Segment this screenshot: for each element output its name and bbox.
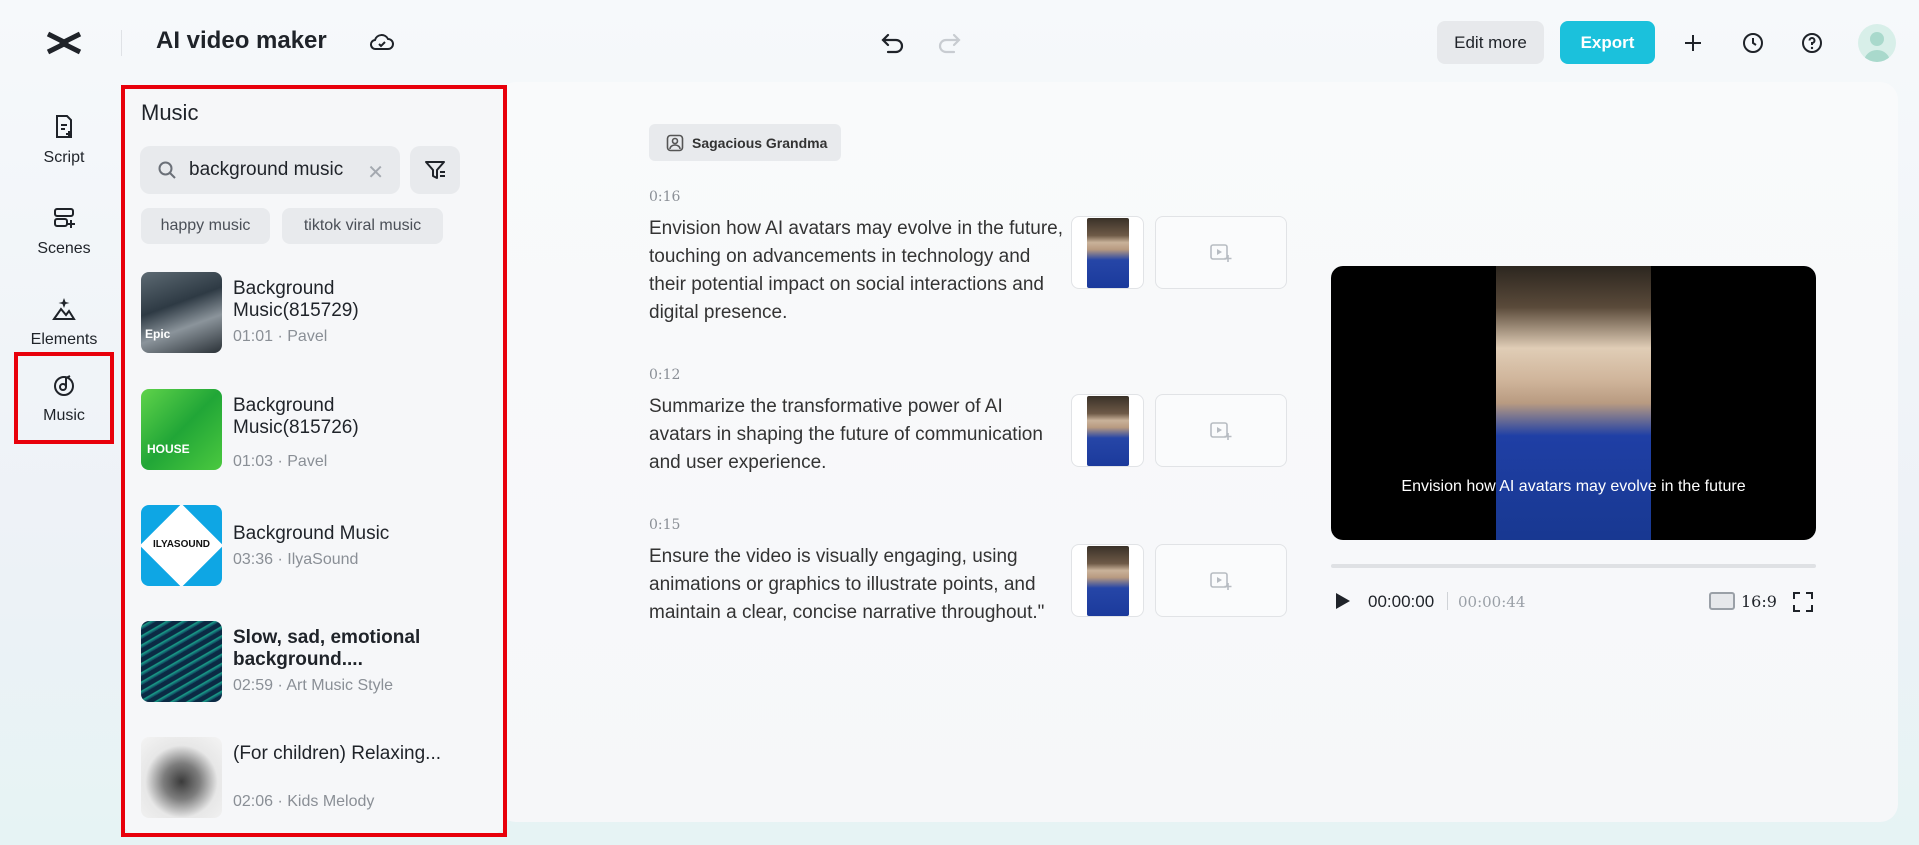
scene-script-text[interactable]: Envision how AI avatars may evolve in th…	[649, 215, 1069, 327]
scene-avatar-thumbnail[interactable]	[1071, 216, 1144, 289]
track-meta: 03:36 · IlyaSound	[233, 551, 359, 568]
export-button[interactable]: Export	[1560, 21, 1655, 64]
scene-duration: 0:15	[649, 517, 681, 533]
aspect-ratio-label[interactable]: 16:9	[1741, 592, 1777, 611]
play-icon[interactable]	[1331, 590, 1353, 612]
cloud-sync-icon[interactable]	[368, 29, 396, 57]
search-icon	[158, 161, 176, 179]
music-track-item[interactable]: ILYASOUND Background Music 03:36 · IlyaS…	[140, 505, 480, 587]
edit-more-button[interactable]: Edit more	[1437, 21, 1544, 64]
fullscreen-icon[interactable]	[1791, 590, 1815, 614]
avatar-name: Sagacious Grandma	[692, 134, 828, 151]
history-icon[interactable]	[1738, 28, 1768, 58]
undo-icon[interactable]	[878, 27, 908, 57]
filter-icon	[425, 161, 445, 179]
add-media-button[interactable]	[1155, 216, 1287, 289]
add-media-icon	[1210, 421, 1232, 440]
scene-duration: 0:12	[649, 367, 681, 383]
script-icon	[56, 115, 72, 138]
music-search[interactable]: ✕	[140, 146, 400, 194]
scene-avatar-thumbnail[interactable]	[1071, 394, 1144, 467]
music-track-item[interactable]: (For children) Relaxing... 02:06 · Kids …	[140, 737, 480, 819]
track-title: Slow, sad, emotional background....	[233, 627, 421, 670]
capcut-logo-icon[interactable]	[44, 28, 84, 58]
divider	[121, 30, 122, 56]
user-avatar[interactable]	[1858, 24, 1896, 62]
track-title: Background Music(815729)	[233, 278, 359, 321]
filter-button[interactable]	[410, 146, 460, 194]
top-bar: AI video maker Edit more Export	[0, 0, 1919, 84]
track-thumbnail: ILYASOUND	[141, 505, 222, 586]
scene-avatar-thumbnail[interactable]	[1071, 544, 1144, 617]
current-time: 00:00:00	[1368, 592, 1435, 611]
nav-script[interactable]: Script	[14, 96, 114, 184]
track-meta: 02:06 · Kids Melody	[233, 793, 375, 810]
suggestion-chip[interactable]: tiktok viral music	[282, 208, 443, 244]
add-media-button[interactable]	[1155, 394, 1287, 467]
thumbnail-label: Epic	[145, 327, 171, 341]
redo-icon[interactable]	[934, 27, 964, 57]
total-time: 00:00:44	[1458, 593, 1526, 611]
nav-script-label: Script	[43, 149, 85, 166]
add-media-icon	[1210, 243, 1232, 262]
playback-progress-bar[interactable]	[1331, 564, 1816, 568]
music-track-item[interactable]: Epic Background Music(815729) 01:01 · Pa…	[140, 272, 480, 354]
time-separator	[1447, 592, 1448, 610]
music-track-item[interactable]: Slow, sad, emotional background.... 02:5…	[140, 621, 480, 703]
search-input[interactable]	[189, 159, 359, 181]
scene-script-text[interactable]: Ensure the video is visually engaging, u…	[649, 543, 1079, 627]
avatar-selector[interactable]: Sagacious Grandma	[649, 124, 841, 161]
track-thumbnail: Epic	[141, 272, 222, 353]
track-meta: 02:59 · Art Music Style	[233, 677, 394, 694]
nav-music-label: Music	[43, 407, 85, 424]
track-thumbnail	[141, 737, 222, 818]
music-panel-title: Music	[141, 100, 199, 125]
scene-duration: 0:16	[649, 189, 681, 205]
track-title: Background Music(815726)	[233, 395, 359, 438]
app-title: AI video maker	[156, 27, 327, 54]
avatar-video-frame	[1496, 266, 1651, 540]
suggestion-chip[interactable]: happy music	[141, 208, 270, 244]
help-icon[interactable]	[1797, 28, 1827, 58]
nav-scenes-label: Scenes	[37, 240, 91, 257]
video-preview[interactable]: Envision how AI avatars may evolve in th…	[1331, 266, 1816, 540]
add-media-button[interactable]	[1155, 544, 1287, 617]
thumbnail-label: HOUSE	[147, 442, 190, 456]
preview-caption: Envision how AI avatars may evolve in th…	[1401, 478, 1746, 495]
nav-scenes[interactable]: Scenes	[14, 187, 114, 275]
music-track-item[interactable]: HOUSE Background Music(815726) 01:03 · P…	[140, 389, 480, 471]
track-meta: 01:03 · Pavel	[233, 453, 328, 470]
thumbnail-label: ILYASOUND	[152, 539, 211, 550]
track-thumbnail	[141, 621, 222, 702]
add-media-icon	[1210, 571, 1232, 590]
track-title: (For children) Relaxing...	[233, 743, 442, 764]
nav-music[interactable]: Music	[14, 352, 114, 444]
track-title: Background Music	[233, 523, 390, 544]
aspect-ratio-icon[interactable]	[1709, 592, 1735, 610]
scene-script-text[interactable]: Summarize the transformative power of AI…	[649, 393, 1069, 477]
plus-icon[interactable]	[1678, 28, 1708, 58]
avatar-icon	[666, 134, 684, 151]
music-icon	[54, 375, 74, 396]
scenes-icon	[54, 208, 75, 228]
nav-elements-label: Elements	[30, 331, 98, 348]
clear-search-icon[interactable]: ✕	[367, 160, 384, 185]
track-thumbnail: HOUSE	[141, 389, 222, 470]
elements-icon	[52, 298, 76, 320]
track-meta: 01:01 · Pavel	[233, 328, 328, 345]
